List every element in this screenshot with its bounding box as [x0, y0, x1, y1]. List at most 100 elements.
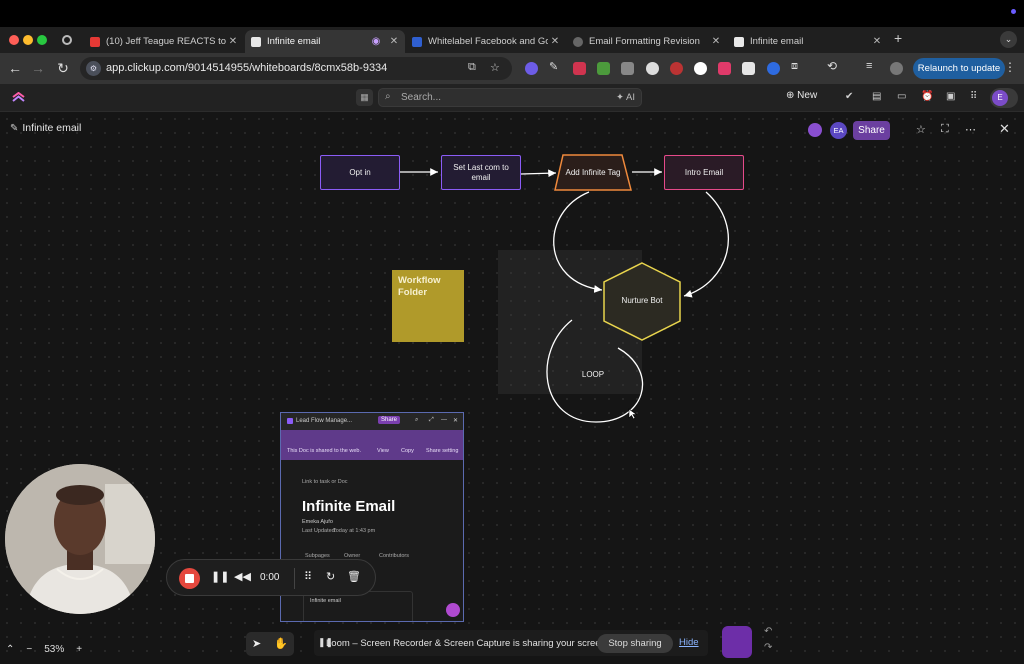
- flow-connectors: [400, 168, 729, 423]
- extension-icon[interactable]: [621, 62, 634, 75]
- shared-notice-banner: This Doc is shared to the web. View Copy…: [281, 430, 463, 460]
- arrow-connector: [683, 191, 729, 298]
- loop-label[interactable]: LOOP: [568, 367, 618, 383]
- whiteboard-canvas[interactable]: ✎ Infinite email EA Share ☆ ⛶ ⋯ ✕ Opt in…: [0, 112, 1024, 664]
- collapse-icon[interactable]: ⌃: [6, 644, 14, 655]
- install-app-icon[interactable]: ⧉: [468, 61, 476, 74]
- ai-button[interactable]: ✦ AI: [616, 92, 635, 103]
- opt-in-node[interactable]: Opt in: [320, 155, 400, 190]
- hide-button[interactable]: Hide: [679, 637, 699, 648]
- zoom-in-icon[interactable]: +: [76, 644, 82, 655]
- minimize-window-icon[interactable]: [23, 35, 33, 45]
- forward-arrow-icon[interactable]: →: [29, 60, 47, 76]
- relaunch-button[interactable]: Relaunch to update: [913, 58, 1005, 79]
- notepad-icon[interactable]: ▤: [872, 91, 881, 102]
- grid-apps-icon[interactable]: ⠿: [970, 91, 977, 102]
- search-input[interactable]: ⌕ Search... ✦ AI: [378, 88, 642, 107]
- undo-icon[interactable]: ↶: [764, 626, 772, 637]
- recording-indicator-icon: [1011, 9, 1016, 14]
- close-icon[interactable]: ✕: [453, 417, 458, 424]
- extension-icon[interactable]: [694, 62, 707, 75]
- extension-icon[interactable]: [670, 62, 683, 75]
- profile-avatar-icon[interactable]: [890, 62, 903, 75]
- browser-tab[interactable]: (10) Jeff Teague REACTS to L ✕: [84, 30, 244, 53]
- reload-icon[interactable]: ↻: [54, 60, 72, 77]
- address-bar[interactable]: ⚙ app.clickup.com/9014514955/whiteboards…: [80, 57, 512, 80]
- webcam-person-image: [5, 464, 155, 614]
- search-icon[interactable]: ⌕: [415, 417, 418, 424]
- extension-icon[interactable]: [525, 62, 538, 75]
- select-cursor-icon[interactable]: ➤: [252, 637, 261, 650]
- add-infinite-tag-node[interactable]: Add Infinite Tag: [560, 156, 626, 189]
- tab-search-chevron-icon[interactable]: ⌄: [1000, 31, 1017, 48]
- hand-tool-icon[interactable]: ✋: [274, 637, 288, 650]
- trash-icon[interactable]: 🗑: [347, 570, 361, 583]
- back-arrow-icon[interactable]: ←: [6, 60, 24, 76]
- user-avatar[interactable]: E: [990, 88, 1018, 108]
- ai-assistant-icon[interactable]: [446, 603, 460, 617]
- extension-icon[interactable]: [573, 62, 586, 75]
- close-tab-icon[interactable]: ✕: [548, 36, 562, 47]
- browser-tab[interactable]: Email Formatting Revision ✕: [567, 30, 727, 53]
- zoom-level[interactable]: 53%: [44, 644, 64, 655]
- recording-dot-icon: ◉: [371, 36, 381, 47]
- browser-menu-icon[interactable]: ⋮: [1004, 60, 1016, 74]
- new-tab-button[interactable]: +: [894, 30, 902, 46]
- loom-recording-tab-icon[interactable]: [62, 35, 72, 45]
- whiteboard-tool-dock: ➤ ✋: [246, 632, 294, 656]
- media-controls-icon[interactable]: ≡: [866, 60, 879, 73]
- extensions-puzzle-icon[interactable]: ⧈: [791, 60, 804, 73]
- eyedropper-icon[interactable]: ✎: [549, 60, 562, 73]
- pause-icon[interactable]: ❚❚: [211, 570, 229, 583]
- url-text[interactable]: app.clickup.com/9014514955/whiteboards/8…: [106, 62, 387, 74]
- close-tab-icon[interactable]: ✕: [226, 36, 240, 47]
- redo-icon[interactable]: ↷: [764, 642, 772, 653]
- workflow-folder-sticky-note[interactable]: Workflow Folder: [392, 270, 464, 342]
- loom-recording-controls: ❚❚ ◀◀ 0:00 ⠿ ↻ 🗑: [166, 559, 376, 596]
- close-tab-icon[interactable]: ✕: [870, 36, 884, 47]
- extension-icon[interactable]: [718, 62, 731, 75]
- close-tab-icon[interactable]: ✕: [709, 36, 723, 47]
- minimize-icon[interactable]: —: [441, 417, 447, 423]
- loom-camera-bubble[interactable]: [5, 464, 155, 614]
- link-to-task[interactable]: Link to task or Doc: [302, 479, 348, 485]
- intro-email-node[interactable]: Intro Email: [664, 155, 744, 190]
- site-info-icon[interactable]: ⚙: [86, 61, 101, 76]
- drawing-tool-icon[interactable]: ⠿: [304, 570, 312, 583]
- calendar-icon[interactable]: ▦: [356, 89, 373, 106]
- extension-icon[interactable]: [767, 62, 780, 75]
- divider: [294, 568, 295, 589]
- new-button[interactable]: ⊕ New: [786, 90, 817, 101]
- stop-recording-button[interactable]: [179, 568, 200, 589]
- app-launcher-icon[interactable]: [722, 626, 752, 658]
- check-circle-icon[interactable]: ✔: [845, 91, 853, 102]
- globe-icon: [573, 36, 583, 47]
- clickup-logo-icon[interactable]: [12, 92, 25, 105]
- doc-share-button[interactable]: Share: [378, 416, 401, 424]
- embedded-doc-header: Lead Flow Manage... Share ⌕ ⤢ — ✕: [281, 413, 463, 430]
- browser-tab-active[interactable]: Infinite email ◉ ✕: [245, 30, 405, 53]
- close-window-icon[interactable]: [9, 35, 19, 45]
- restart-icon[interactable]: ↻: [326, 570, 335, 583]
- close-tab-icon[interactable]: ✕: [387, 36, 401, 47]
- zoom-out-icon[interactable]: −: [26, 644, 32, 655]
- alarm-icon[interactable]: ⏰: [921, 91, 933, 102]
- docs-icon[interactable]: ▣: [946, 91, 955, 102]
- maximize-window-icon[interactable]: [37, 35, 47, 45]
- browser-tab[interactable]: Infinite email ✕: [728, 30, 888, 53]
- doc-heading: Infinite Email: [302, 498, 396, 515]
- bookmark-star-icon[interactable]: ☆: [490, 61, 500, 74]
- history-icon[interactable]: ⟲: [827, 59, 840, 73]
- sharing-message: Loom – Screen Recorder & Screen Capture …: [326, 638, 609, 649]
- rewind-icon[interactable]: ◀◀: [234, 570, 251, 583]
- video-icon[interactable]: ▭: [897, 91, 906, 102]
- extension-icon[interactable]: [742, 62, 755, 75]
- extension-icon[interactable]: [597, 62, 610, 75]
- set-last-com-node[interactable]: Set Last com to email: [441, 155, 521, 190]
- stop-sharing-button[interactable]: Stop sharing: [597, 634, 673, 653]
- browser-tab[interactable]: Whitelabel Facebook and Goo ✕: [406, 30, 566, 53]
- nurture-bot-node[interactable]: Nurture Bot: [610, 290, 674, 312]
- search-icon: ⌕: [385, 91, 391, 102]
- expand-icon[interactable]: ⤢: [429, 417, 434, 424]
- extension-icon[interactable]: [646, 62, 659, 75]
